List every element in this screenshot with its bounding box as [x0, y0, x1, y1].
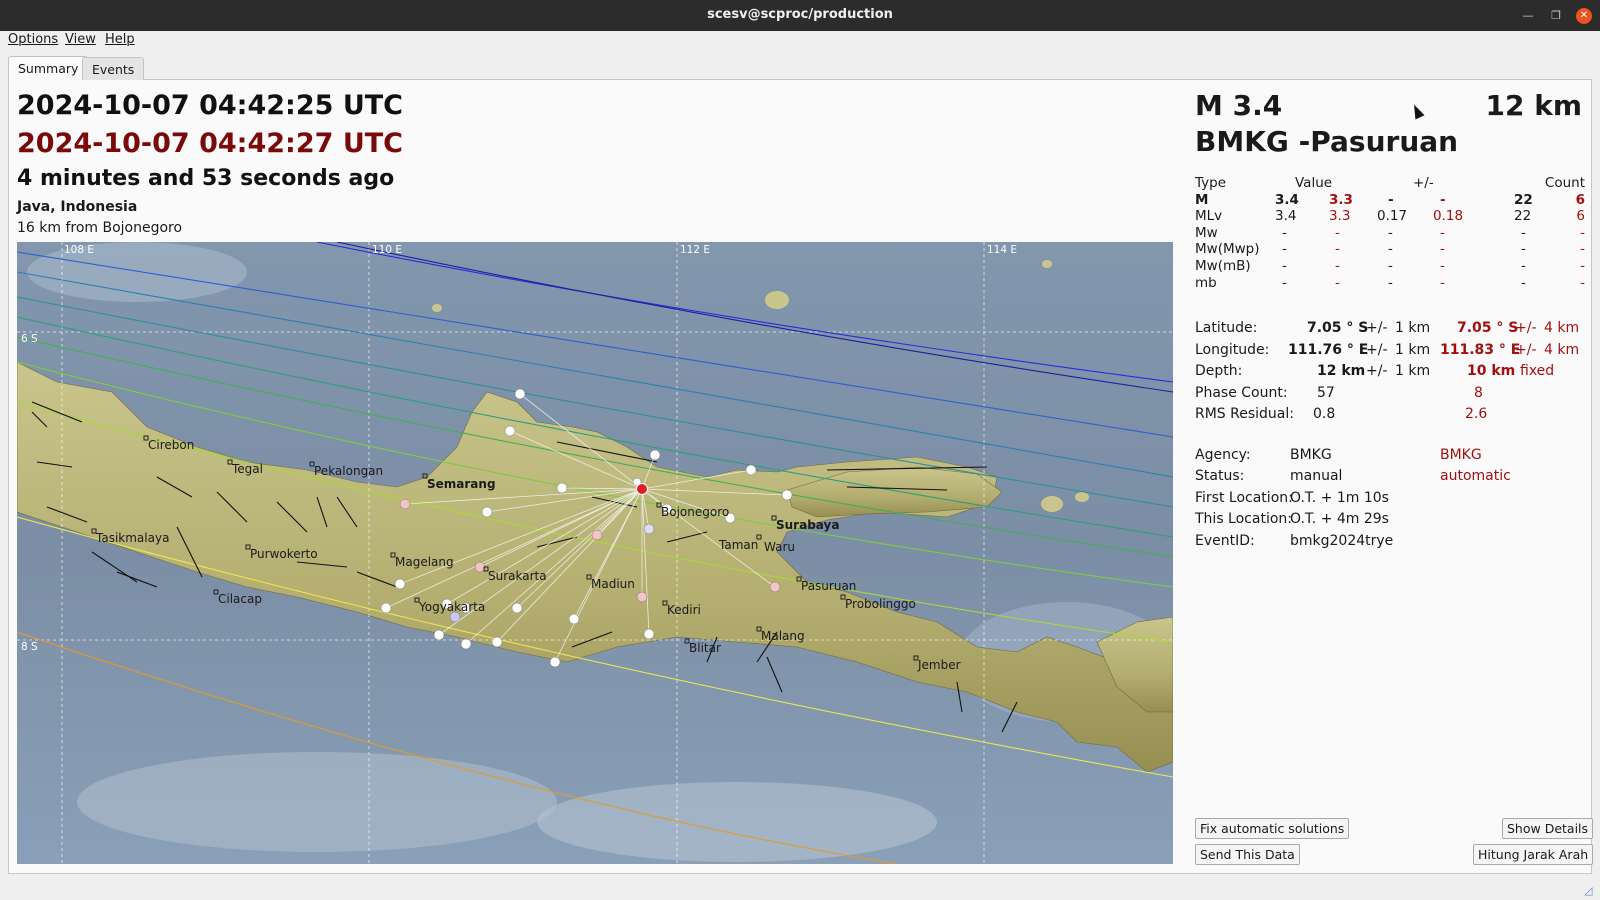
this-location-row: This Location: O.T. + 4m 29s — [1195, 511, 1389, 527]
menu-options[interactable]: Options — [8, 32, 58, 47]
tab-events[interactable]: Events — [82, 57, 145, 80]
city-label: Cilacap — [218, 592, 262, 606]
table-row: MLv 3.4 3.3 0.17 0.18 22 6 — [1195, 208, 1585, 225]
show-details-button[interactable]: Show Details — [1502, 818, 1594, 839]
city-label: Madiun — [591, 577, 635, 591]
menu-view[interactable]: View — [65, 32, 96, 47]
send-this-data-button[interactable]: Send This Data — [1195, 844, 1300, 865]
city-label: Surabaya — [776, 518, 839, 532]
city-label: Cirebon — [148, 438, 194, 452]
maximize-icon[interactable]: ❐ — [1548, 8, 1564, 24]
city-label: Malang — [761, 629, 805, 643]
menu-help[interactable]: Help — [105, 32, 135, 47]
event-id-row: EventID: bmkg2024trye — [1195, 532, 1394, 549]
city-label: Yogyakarta — [418, 600, 485, 614]
rms-row: RMS Residual: 0.8 2.6 — [1195, 406, 1488, 422]
fix-automatic-solutions-button[interactable]: Fix automatic solutions — [1195, 818, 1350, 839]
table-row: Mw(mB) - - - - - - — [1195, 257, 1585, 274]
table-row: Mw(Mwp) - - - - - - — [1195, 241, 1585, 258]
automatic-origin-time: 2024-10-07 04:42:27 UTC — [17, 128, 403, 159]
city-label: Pekalongan — [314, 464, 383, 478]
header-count: Count — [1544, 175, 1585, 191]
city-label: Magelang — [395, 555, 454, 569]
magnitude-table: Type Value +/- Count M 3.4 3.3 - - 22 6 … — [1195, 175, 1585, 291]
table-row: M 3.4 3.3 - - 22 6 — [1195, 191, 1585, 208]
hitung-jarak-arah-button[interactable]: Hitung Jarak Arah — [1473, 844, 1594, 865]
event-map[interactable]: 108 E 110 E 112 E 114 E 6 S 8 S Cirebon … — [17, 242, 1173, 864]
tab-summary[interactable]: Summary — [8, 56, 89, 80]
region-label: Java, Indonesia — [17, 199, 138, 215]
event-name: BMKG -Pasuruan — [1195, 125, 1459, 158]
close-icon[interactable]: ✕ — [1576, 8, 1592, 24]
lon-label-114: 114 E — [987, 244, 1017, 256]
lon-label-110: 110 E — [372, 244, 402, 256]
longitude-row: Longitude: 111.76 ° E +/- 1 km 111.83 ° … — [1195, 341, 1580, 358]
city-label: Surakarta — [488, 569, 547, 583]
window-titlebar: scesv@scproc/production — ❐ ✕ — [0, 0, 1600, 31]
origin-time: 2024-10-07 04:42:25 UTC — [17, 90, 403, 121]
lon-label-112: 112 E — [680, 244, 710, 256]
header-type: Type — [1195, 175, 1227, 191]
latitude-row: Latitude: 7.05 ° S +/- 1 km 7.05 ° S +/-… — [1195, 320, 1580, 336]
city-label: Bojonegoro — [661, 505, 729, 519]
agency-row: Agency: BMKG BMKG — [1195, 446, 1482, 463]
magnitude-table-header: Type Value +/- Count — [1195, 175, 1585, 192]
header-error: +/- — [1413, 175, 1434, 191]
table-row: Mw - - - - - - — [1195, 224, 1585, 241]
distance-label: 16 km from Bojonegoro — [17, 220, 183, 236]
bawean-island — [765, 291, 789, 309]
window-title: scesv@scproc/production — [707, 7, 893, 22]
epicenter-marker — [636, 483, 648, 495]
city-label: Taman — [718, 538, 758, 552]
origin-info: Latitude: 7.05 ° S +/- 1 km 7.05 ° S +/-… — [1195, 320, 1585, 554]
city-label: Pasuruan — [801, 579, 856, 593]
lon-label-108: 108 E — [64, 244, 94, 256]
time-ago: 4 minutes and 53 seconds ago — [17, 166, 395, 191]
header-value: Value — [1295, 175, 1333, 191]
city-label: Blitar — [689, 641, 721, 655]
magnitude-value: M 3.4 — [1195, 89, 1283, 122]
table-row: mb - - - - - - — [1195, 274, 1585, 291]
status-row: Status: manual automatic — [1195, 468, 1511, 484]
city-label: Waru — [764, 540, 795, 554]
city-label: Tasikmalaya — [95, 531, 169, 545]
city-label: Purwokerto — [250, 547, 318, 561]
city-label: Tegal — [231, 462, 263, 476]
menu-bar: Options View Help — [0, 31, 1600, 49]
city-label: Jember — [917, 658, 961, 672]
city-label: Kediri — [667, 603, 701, 617]
resize-grip-icon[interactable]: ◿ — [1584, 884, 1596, 897]
city-label: Probolinggo — [845, 597, 916, 611]
depth-row: Depth: 12 km +/- 1 km 10 km fixed — [1195, 363, 1555, 379]
first-location-row: First Location: O.T. + 1m 10s — [1195, 489, 1389, 506]
lat-label-8s: 8 S — [21, 641, 38, 653]
lat-label-6s: 6 S — [21, 333, 38, 345]
depth-value-big: 12 km — [1485, 89, 1582, 122]
minimize-icon[interactable]: — — [1520, 8, 1536, 24]
city-label: Semarang — [427, 477, 496, 491]
phase-count-row: Phase Count: 57 8 — [1195, 384, 1483, 401]
